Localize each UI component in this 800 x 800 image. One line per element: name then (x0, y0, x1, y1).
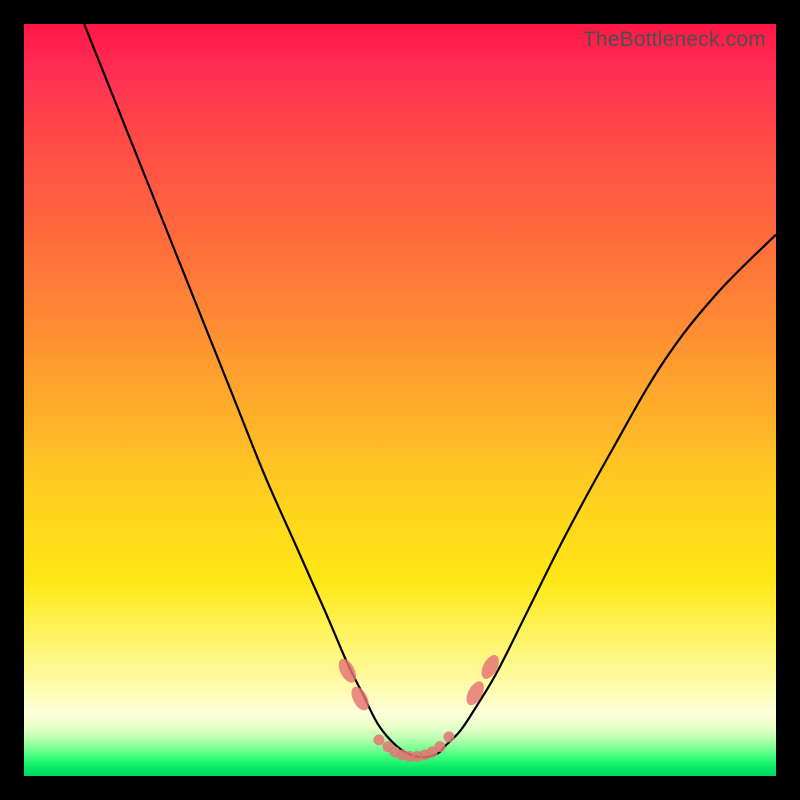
marker-dot (373, 734, 384, 745)
curve-layer (24, 24, 776, 776)
curve-markers (335, 652, 502, 762)
marker-dot (443, 731, 454, 742)
plot-area: TheBottleneck.com (24, 24, 776, 776)
chart-frame: TheBottleneck.com (0, 0, 800, 800)
bottleneck-curve (84, 24, 776, 757)
marker-dot (434, 741, 445, 752)
